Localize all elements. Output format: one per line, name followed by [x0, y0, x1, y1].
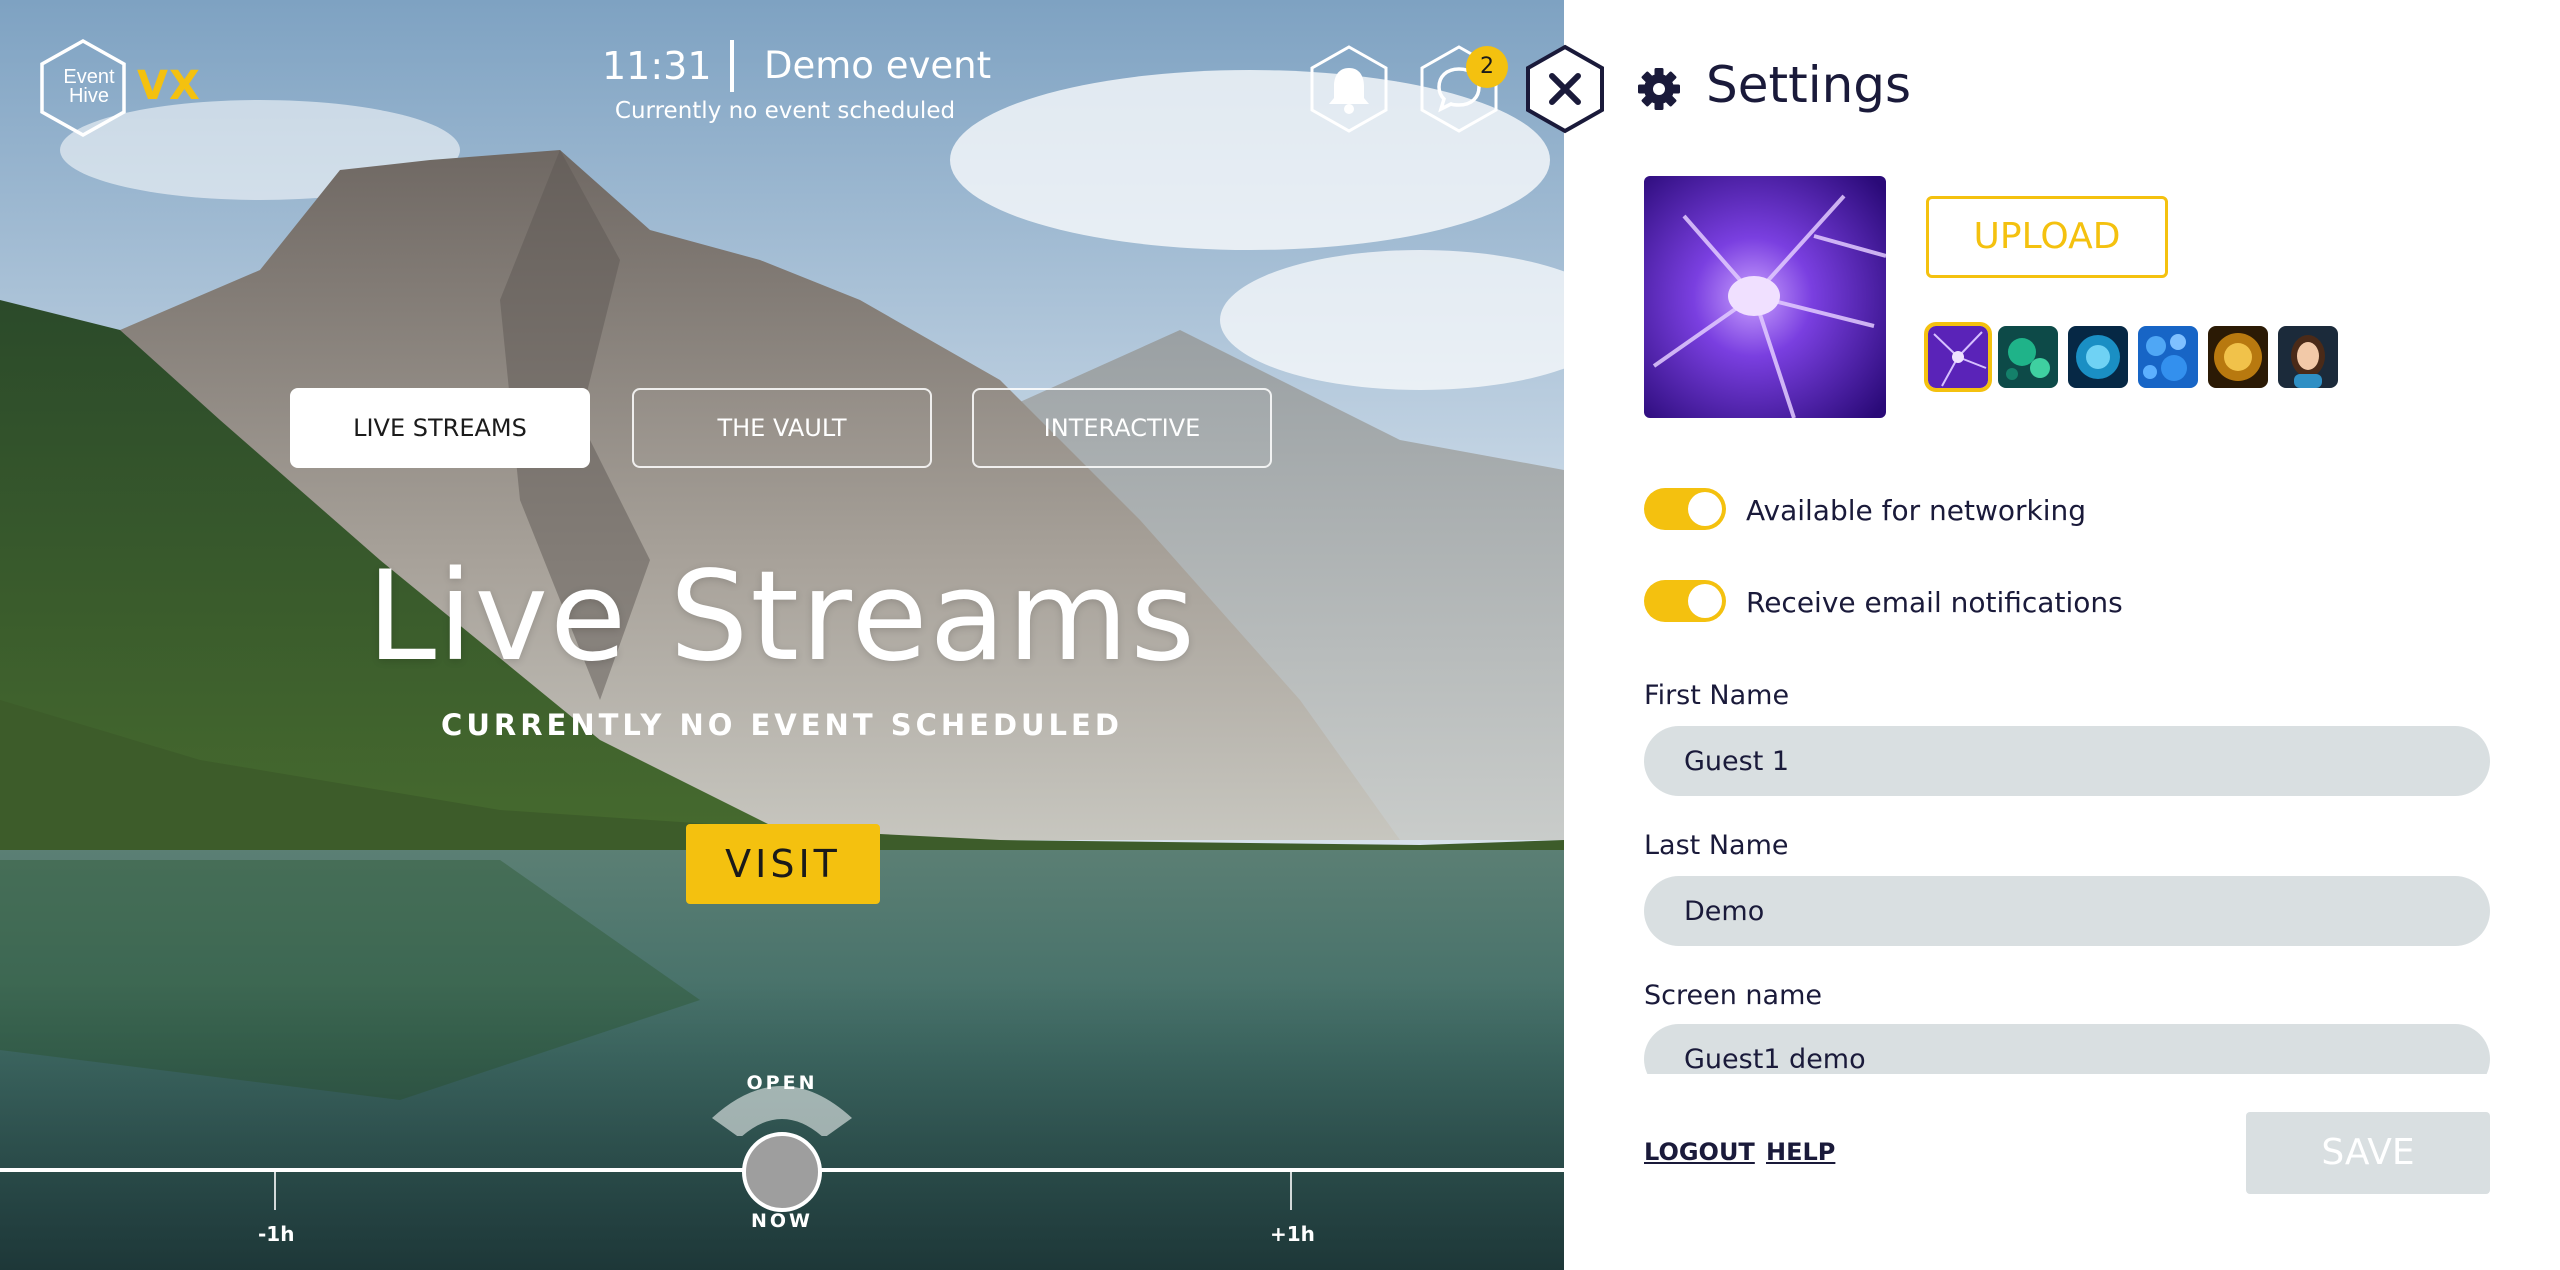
last-name-label: Last Name: [1644, 830, 1789, 861]
profile-image: [1644, 176, 1886, 418]
hero-subtitle: CURRENTLY NO EVENT SCHEDULED: [441, 708, 1123, 742]
close-settings-button[interactable]: [1524, 44, 1606, 134]
timeline-label-minus-1h: -1h: [258, 1222, 295, 1246]
avatar-option-cell-gold[interactable]: [2208, 326, 2268, 388]
logout-link[interactable]: LOGOUT: [1644, 1138, 1755, 1166]
close-icon: [1526, 44, 1604, 134]
save-button[interactable]: SAVE: [2246, 1112, 2490, 1194]
timeline-now-knob[interactable]: [742, 1132, 822, 1212]
toggle-email-notifications[interactable]: [1644, 580, 1726, 622]
event-subtitle: Currently no event scheduled: [614, 98, 956, 124]
eventhive-logo[interactable]: Event Hive VX: [38, 38, 238, 138]
now-label: NOW: [750, 1210, 813, 1232]
timeline-label-plus-1h: +1h: [1270, 1222, 1315, 1246]
first-name-label: First Name: [1644, 680, 1790, 711]
toggle-email-notifications-label: Receive email notifications: [1746, 586, 2123, 619]
hero-title: Live Streams: [367, 545, 1197, 689]
upload-button[interactable]: UPLOAD: [1926, 196, 2168, 278]
toggle-networking[interactable]: [1644, 488, 1726, 530]
tab-the-vault[interactable]: THE VAULT: [632, 388, 932, 468]
bell-icon: [1310, 45, 1388, 133]
logo-text: Event Hive: [63, 66, 115, 107]
header-divider: [730, 40, 734, 92]
toggle-networking-label: Available for networking: [1746, 494, 2087, 527]
avatar-option-cell-blue[interactable]: [2068, 326, 2128, 388]
chat-badge: 2: [1466, 46, 1508, 88]
first-name-field[interactable]: [1644, 726, 2490, 796]
current-time: 11:31: [602, 44, 712, 88]
timeline-tick-right: [1290, 1172, 1292, 1210]
visit-button[interactable]: VISIT: [686, 824, 880, 904]
last-name-field[interactable]: [1644, 876, 2490, 946]
event-title: Demo event: [764, 44, 992, 87]
avatar-option-cells-blue[interactable]: [2138, 326, 2198, 388]
open-label: OPEN: [746, 1072, 818, 1094]
timeline-tick-left: [274, 1172, 276, 1210]
logo-suffix: VX: [137, 63, 201, 109]
screen-name-field[interactable]: [1644, 1024, 2490, 1074]
help-link[interactable]: HELP: [1766, 1138, 1835, 1166]
screen-name-field-wrapper: [1644, 1024, 2490, 1074]
avatar-option-neuron-purple[interactable]: [1924, 322, 1992, 392]
gear-icon: [1638, 68, 1680, 110]
screen-name-label: Screen name: [1644, 980, 1822, 1011]
tab-live-streams[interactable]: LIVE STREAMS: [290, 388, 590, 468]
notifications-button[interactable]: [1308, 44, 1390, 134]
avatar-option-person[interactable]: [2278, 326, 2338, 388]
avatar-option-cells-green[interactable]: [1998, 326, 2058, 388]
settings-title: Settings: [1706, 56, 1912, 114]
tab-interactive[interactable]: INTERACTIVE: [972, 388, 1272, 468]
